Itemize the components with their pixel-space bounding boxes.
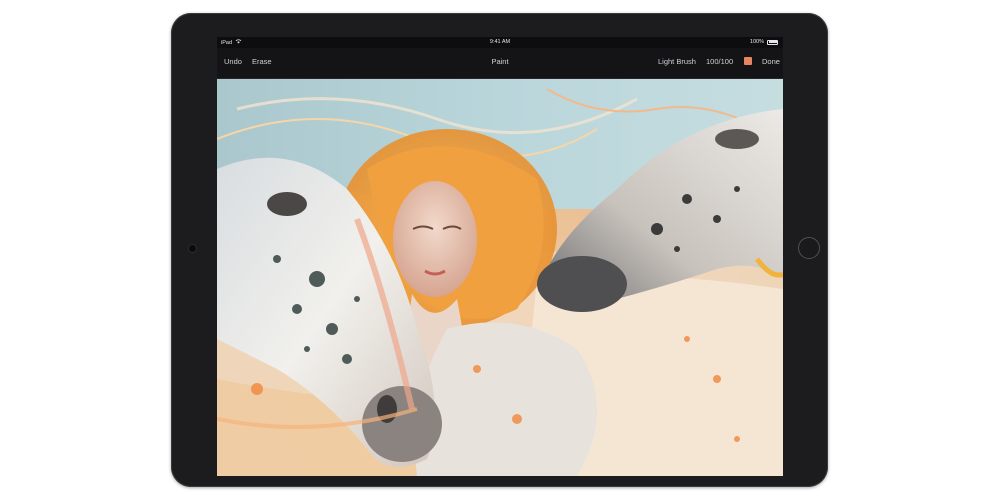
- brush-selector-button[interactable]: Light Brush: [658, 57, 696, 66]
- page-title: Paint: [491, 57, 509, 66]
- done-button[interactable]: Done: [762, 57, 780, 66]
- ipad-device: iPad 9:41 AM 100% Undo Erase Paint Light…: [171, 13, 828, 487]
- toolbar: Undo Erase Paint Light Brush 100/100 Don…: [217, 48, 783, 79]
- brush-level[interactable]: 100/100: [706, 57, 733, 66]
- battery-percent: 100%: [749, 39, 764, 45]
- undo-button[interactable]: Undo: [224, 57, 242, 66]
- status-time: 9:41 AM: [489, 39, 511, 45]
- screen: iPad 9:41 AM 100% Undo Erase Paint Light…: [217, 37, 783, 476]
- color-swatch-button[interactable]: [744, 57, 752, 65]
- front-camera: [189, 245, 196, 252]
- status-bar: iPad 9:41 AM 100%: [217, 37, 783, 48]
- battery-icon: [767, 39, 778, 45]
- home-button[interactable]: [798, 237, 820, 259]
- painting-artwork: [217, 79, 783, 476]
- erase-button[interactable]: Erase: [252, 57, 272, 66]
- painting-canvas[interactable]: [217, 79, 783, 476]
